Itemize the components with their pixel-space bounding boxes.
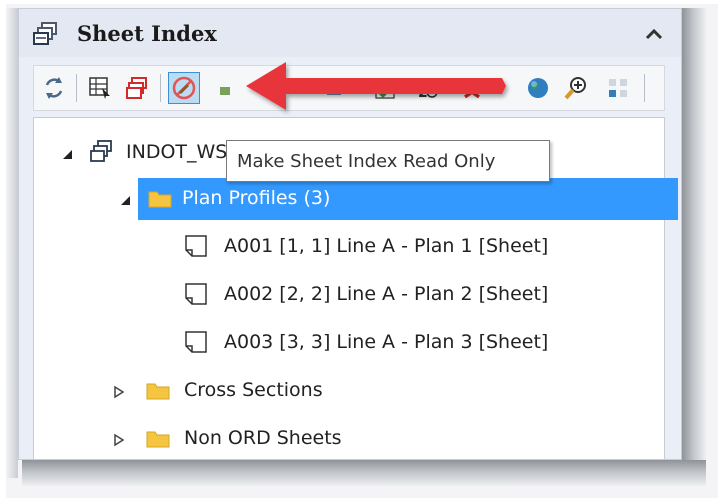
toolbar-separator xyxy=(160,74,161,102)
panel-shadow-right xyxy=(682,8,706,478)
sheets-red-icon[interactable] xyxy=(122,72,154,104)
sheet-label: A002 [2, 2] Line A - Plan 2 [Sheet] xyxy=(224,283,549,305)
tree-sheet-item[interactable]: A003 [3, 3] Line A - Plan 3 [Sheet] xyxy=(34,322,664,364)
tooltip: Make Sheet Index Read Only xyxy=(226,140,550,182)
folder-icon xyxy=(146,427,170,451)
collapsed-triangle-icon[interactable] xyxy=(112,432,126,447)
panel-title: Sheet Index xyxy=(77,21,217,46)
expanded-triangle-icon[interactable] xyxy=(118,192,132,206)
tree-sheet-item[interactable]: A002 [2, 2] Line A - Plan 2 [Sheet] xyxy=(34,274,664,316)
refresh-icon[interactable] xyxy=(38,72,70,104)
zoom-in-icon[interactable] xyxy=(560,72,592,104)
tree-folder-plan-profiles[interactable]: Plan Profiles (3) xyxy=(138,178,678,220)
sheet-label: A001 [1, 1] Line A - Plan 1 [Sheet] xyxy=(224,235,549,257)
panel-titlebar: Sheet Index xyxy=(19,9,681,57)
folder-label: Cross Sections xyxy=(184,379,323,401)
sheet-icon xyxy=(184,282,208,306)
globe-icon[interactable] xyxy=(522,72,554,104)
tree-folder-non-ord-sheets[interactable]: Non ORD Sheets xyxy=(34,418,664,459)
sheet-index-icon xyxy=(33,21,61,47)
toolbar-separator xyxy=(644,74,645,102)
sheet-icon xyxy=(184,234,208,258)
chevron-up-icon[interactable] xyxy=(639,21,669,47)
read-only-icon[interactable] xyxy=(168,72,200,104)
expanded-triangle-icon[interactable] xyxy=(60,146,74,160)
toolbar-separator xyxy=(76,74,77,102)
folder-icon xyxy=(146,379,170,403)
grid-select-icon[interactable] xyxy=(84,72,116,104)
panel-shadow-left xyxy=(6,8,18,478)
sheet-label: A003 [3, 3] Line A - Plan 3 [Sheet] xyxy=(224,331,549,353)
folder-icon xyxy=(148,187,172,211)
tree-sheet-item[interactable]: A001 [1, 1] Line A - Plan 1 [Sheet] xyxy=(34,226,664,268)
folder-label: Non ORD Sheets xyxy=(184,427,342,449)
collapsed-triangle-icon[interactable] xyxy=(112,384,126,399)
tree-folder-cross-sections[interactable]: Cross Sections xyxy=(34,370,664,412)
tool-icon[interactable] xyxy=(209,72,241,104)
panel-shadow-bottom xyxy=(22,460,706,486)
sheet-icon xyxy=(184,330,208,354)
annotation-arrow-icon xyxy=(246,62,506,110)
folder-label: Plan Profiles (3) xyxy=(182,187,331,209)
sheet-index-icon xyxy=(90,140,114,164)
tiles-icon[interactable] xyxy=(602,72,634,104)
